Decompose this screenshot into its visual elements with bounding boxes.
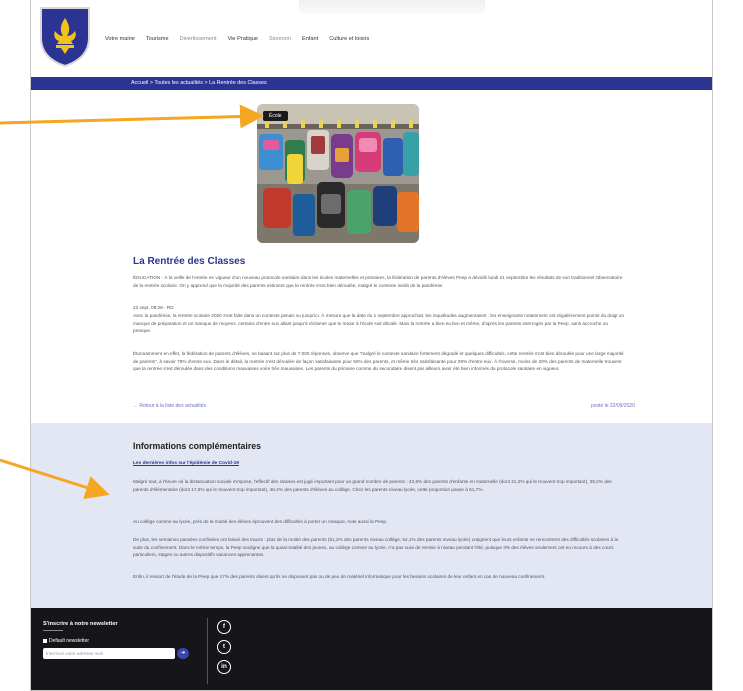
newsletter-email-input[interactable] — [43, 648, 175, 659]
info-heading: Informations complémentaires — [133, 441, 262, 451]
main-nav: Votre mairie Tourisme Divertissement Vie… — [105, 36, 369, 42]
footer-divider — [207, 618, 208, 684]
article-paragraph-2: Avec la pandémie, la rentrée scolaire 20… — [133, 313, 625, 333]
linkedin-icon[interactable]: in — [217, 660, 231, 674]
nav-item-vie-pratique[interactable]: Vie Pratique — [228, 36, 258, 42]
site-header: Votre mairie Tourisme Divertissement Vie… — [31, 0, 712, 76]
additional-info-section: Informations complémentaires Les dernièr… — [31, 423, 712, 608]
info-paragraph-3: De plus, les semaines passées confinées … — [133, 537, 619, 557]
nav-item-divertissement[interactable]: Divertissement — [180, 36, 217, 42]
newsletter-checkbox[interactable]: Default newsletter — [43, 638, 89, 644]
breadcrumb-bar: Accueil > Toutes les actualités > La Ren… — [31, 77, 712, 90]
article-title: La Rentrée des Classes — [133, 256, 246, 267]
newsletter-checkbox-label: Default newsletter — [49, 638, 90, 644]
article-paragraph-3: Étonnamment en effet, la fédération de p… — [133, 351, 624, 371]
newsletter-underline — [43, 630, 63, 631]
nav-item-tourisme[interactable]: Tourisme — [146, 36, 169, 42]
checkbox-square[interactable] — [43, 639, 47, 643]
nav-item-enfant[interactable]: Enfant — [302, 36, 318, 42]
article-image — [257, 104, 419, 243]
info-paragraph-4: Enfin, il ressort de l'étude de la Peep … — [133, 574, 546, 579]
nav-item-votre-mairie[interactable]: Votre mairie — [105, 36, 135, 42]
back-to-news-link[interactable]: ← Retour à la liste des actualités — [133, 403, 206, 409]
twitter-icon[interactable]: t — [217, 640, 231, 654]
covid-news-link[interactable]: Les dernières infos sur l'épidémie de Co… — [133, 461, 239, 466]
facebook-icon[interactable]: f — [217, 620, 231, 634]
newsletter-submit-button[interactable]: ➜ — [177, 648, 189, 659]
category-badge: École — [263, 111, 288, 121]
breadcrumb[interactable]: Accueil > Toutes les actualités > La Ren… — [131, 77, 267, 90]
info-paragraph-2: Au collège comme au lycée, près de la mo… — [133, 519, 388, 524]
city-crest-logo[interactable] — [37, 4, 93, 68]
info-paragraph-1: Malgré tout, à l'heure où la distanciati… — [133, 479, 612, 492]
article-intro: ÉDUCATION - À la veille de l'entrée en v… — [133, 275, 623, 288]
article-meta: 22 sept. 08:28 - RD — [133, 305, 174, 310]
newsletter-title: S'inscrire à notre newsletter — [43, 621, 118, 627]
site-footer: S'inscrire à notre newsletter Default ne… — [31, 608, 712, 690]
posted-date: posté le 22/09/2020 — [591, 403, 635, 409]
nav-item-sionnom[interactable]: Sionnom — [269, 36, 291, 42]
header-decoration — [299, 0, 485, 14]
page-frame: Votre mairie Tourisme Divertissement Vie… — [30, 0, 713, 691]
nav-item-culture-loisirs[interactable]: Culture et loisirs — [329, 36, 369, 42]
